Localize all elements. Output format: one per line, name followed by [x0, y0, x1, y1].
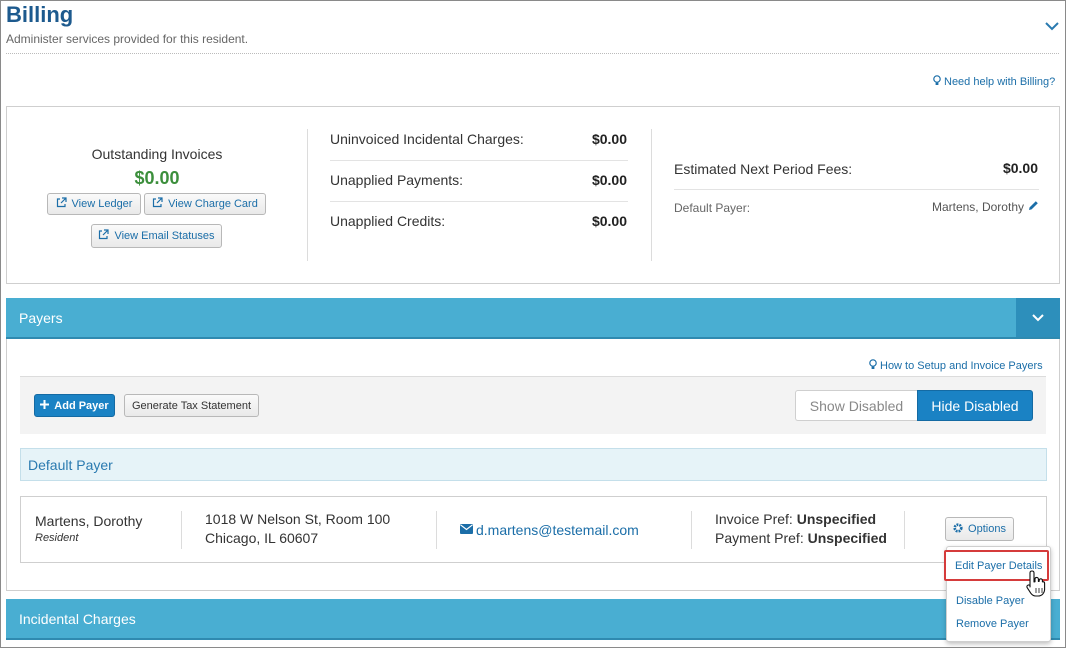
column-divider	[181, 511, 182, 549]
payment-pref: Payment Pref: Unspecified	[715, 530, 887, 546]
payers-panel-title: Payers	[19, 310, 63, 326]
view-ledger-button[interactable]: View Ledger	[47, 193, 141, 215]
view-charge-card-label: View Charge Card	[168, 198, 258, 210]
outstanding-invoices-value: $0.00	[134, 168, 180, 188]
uninvoiced-charges-value: $0.00	[591, 131, 627, 147]
payer-email-link[interactable]: d.martens@testemail.com	[460, 521, 639, 539]
summary-divider	[307, 129, 308, 261]
lightbulb-icon	[869, 357, 877, 375]
payment-pref-label: Payment Pref:	[715, 530, 804, 546]
gear-icon	[953, 522, 963, 536]
uninvoiced-charges-label: Uninvoiced Incidental Charges:	[330, 131, 524, 147]
payer-email: d.martens@testemail.com	[476, 522, 639, 538]
remove-payer-item[interactable]: Remove Payer	[956, 618, 1029, 630]
hide-disabled-toggle[interactable]: Hide Disabled	[917, 390, 1033, 421]
payer-name: Martens, Dorothy	[35, 513, 143, 529]
page-subtitle: Administer services provided for this re…	[6, 32, 249, 46]
add-payer-label: Add Payer	[54, 399, 109, 412]
payer-address-line1: 1018 W Nelson St, Room 100	[205, 511, 391, 527]
payer-role: Resident	[35, 532, 79, 544]
default-payer-value: Martens, Dorothy	[931, 200, 1024, 214]
envelope-icon	[460, 521, 473, 539]
chevron-down-icon[interactable]	[1041, 15, 1063, 37]
invoice-pref: Invoice Pref: Unspecified	[715, 511, 876, 527]
invoice-pref-label: Invoice Pref:	[715, 511, 793, 527]
unapplied-credits-label: Unapplied Credits:	[330, 213, 446, 229]
billing-summary: Outstanding Invoices $0.00 View Ledger V…	[6, 106, 1060, 284]
generate-tax-statement-button[interactable]: Generate Tax Statement	[124, 394, 259, 417]
view-email-statuses-button[interactable]: View Email Statuses	[91, 224, 222, 248]
options-label: Options	[968, 523, 1006, 535]
lightbulb-icon	[933, 73, 941, 91]
pencil-icon[interactable]	[1028, 200, 1039, 214]
unapplied-payments-value: $0.00	[591, 172, 627, 188]
payer-address-line2: Chicago, IL 60607	[205, 530, 319, 546]
payers-panel-header[interactable]: Payers	[6, 298, 1060, 339]
view-charge-card-button[interactable]: View Charge Card	[144, 193, 266, 215]
column-divider	[904, 511, 905, 549]
default-payer-label: Default Payer:	[674, 201, 751, 215]
column-divider	[436, 511, 437, 549]
row-divider	[330, 201, 628, 202]
options-button[interactable]: Options	[945, 517, 1014, 541]
outstanding-invoices-label: Outstanding Invoices	[91, 146, 223, 162]
default-payer-heading-label: Default Payer	[28, 457, 113, 473]
external-link-icon	[98, 229, 110, 243]
payers-help-label: How to Setup and Invoice Payers	[880, 360, 1043, 372]
payment-pref-value: Unspecified	[807, 530, 887, 546]
row-divider	[674, 189, 1039, 190]
view-ledger-label: View Ledger	[71, 198, 133, 210]
column-divider	[691, 511, 692, 549]
billing-help-label: Need help with Billing?	[944, 76, 1056, 88]
unapplied-payments-label: Unapplied Payments:	[330, 172, 464, 188]
external-link-icon	[56, 197, 67, 211]
default-payer-field: Martens, Dorothy	[877, 200, 1039, 214]
invoice-pref-value: Unspecified	[796, 511, 877, 527]
payer-row: Martens, Dorothy Resident 1018 W Nelson …	[20, 496, 1047, 563]
view-email-statuses-label: View Email Statuses	[114, 230, 215, 242]
plus-icon	[40, 399, 50, 412]
unapplied-credits-value: $0.00	[591, 213, 627, 229]
row-divider	[330, 160, 628, 161]
default-payer-heading: Default Payer	[20, 448, 1047, 481]
external-link-icon	[152, 197, 163, 211]
estimated-fees-value: $0.00	[1002, 160, 1038, 176]
page-title: Billing	[6, 2, 74, 27]
chevron-down-icon[interactable]	[1016, 298, 1060, 337]
incidental-charges-panel-header[interactable]: Incidental Charges	[6, 599, 1060, 640]
estimated-fees-label: Estimated Next Period Fees:	[674, 161, 853, 177]
incidental-charges-title: Incidental Charges	[19, 611, 136, 627]
header-divider	[6, 53, 1059, 54]
add-payer-button[interactable]: Add Payer	[34, 394, 115, 417]
show-disabled-toggle[interactable]: Show Disabled	[795, 390, 917, 421]
disable-payer-item[interactable]: Disable Payer	[956, 595, 1024, 607]
hand-cursor-icon	[1025, 569, 1049, 604]
payers-toolbar: Add Payer Generate Tax Statement Show Di…	[20, 376, 1046, 434]
payers-help-link[interactable]: How to Setup and Invoice Payers	[869, 357, 1043, 375]
billing-help-link[interactable]: Need help with Billing?	[933, 73, 1055, 91]
summary-divider	[651, 129, 652, 261]
